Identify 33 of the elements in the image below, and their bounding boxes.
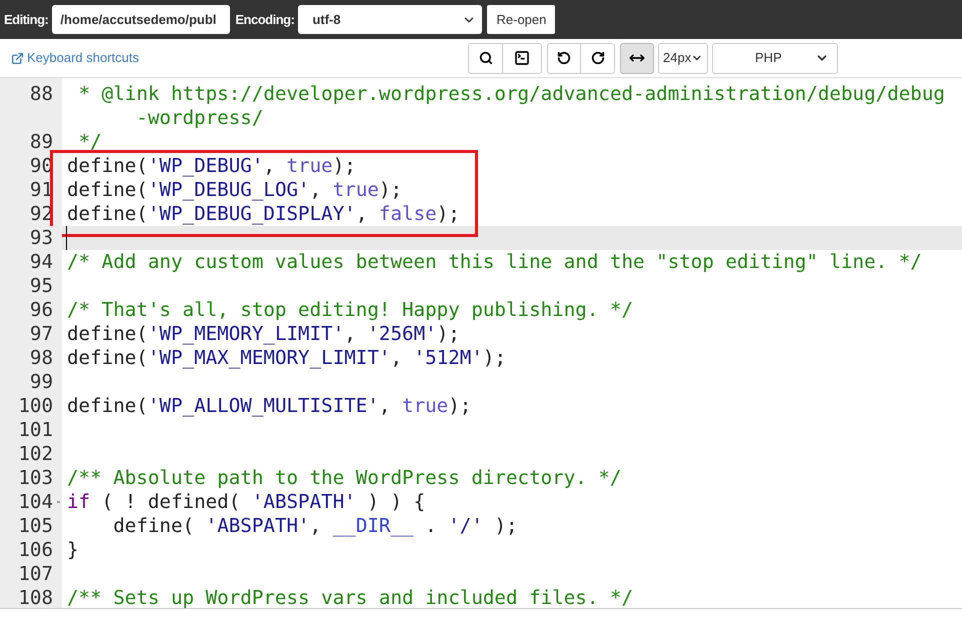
reopen-button[interactable]: Re-open — [487, 5, 556, 34]
code-line: define('WP_MEMORY_LIMIT', '256M'); — [67, 322, 461, 346]
code-line: define('WP_DEBUG_LOG', true); — [67, 178, 404, 202]
code-line: /* Add any custom values between this line and the "stop editing" line. */ — [67, 250, 923, 274]
word-wrap-toggle[interactable] — [620, 42, 654, 74]
code-line: define( 'ABSPATH', __DIR__ . '/' ); — [112, 514, 519, 538]
code-line: /** Absolute path to the WordPress directory. */ — [67, 466, 622, 490]
code-line: define('WP_DEBUG', true); — [67, 154, 357, 178]
encoding-label: Encoding: — [235, 10, 294, 29]
terminal-icon — [514, 50, 530, 66]
mode-select[interactable]: PHP — [712, 42, 838, 74]
undo-icon — [557, 51, 572, 65]
code-line: /** Sets up WordPress vars and included files. */ — [67, 586, 634, 608]
code-line: /* That's all, stop editing! Happy publishing. */ — [67, 298, 634, 322]
redo-icon — [590, 51, 605, 65]
path-field[interactable]: /home/accutsedemo/publ — [52, 5, 230, 34]
code-line: */ — [78, 130, 103, 154]
text-cursor — [66, 226, 67, 250]
code-line: define('WP_MAX_MEMORY_LIMIT', '512M'); — [67, 346, 507, 370]
line-number: 93 — [0, 226, 62, 250]
encoding-select[interactable]: utf-8 — [298, 5, 482, 34]
code-line: define('WP_DEBUG_DISPLAY', false); — [67, 202, 461, 226]
code-line: * @link https://developer.wordpress.org/advanced-administration/debug/debug-wordpress/ — [78, 82, 946, 130]
code-line: if ( ! defined( 'ABSPATH' ) ) { — [67, 490, 426, 514]
keyboard-shortcuts-link[interactable]: Keyboard shortcuts — [11, 48, 140, 68]
search-icon — [478, 51, 493, 65]
code-line: define('WP_ALLOW_MULTISITE', true); — [67, 394, 472, 418]
editing-label: Editing: — [4, 10, 48, 29]
external-link-icon — [11, 52, 24, 64]
fold-marker-icon[interactable] — [57, 501, 60, 503]
code-editor[interactable] — [0, 78, 962, 609]
font-size-select[interactable]: 24px — [658, 42, 708, 74]
code-line: } — [67, 538, 80, 562]
